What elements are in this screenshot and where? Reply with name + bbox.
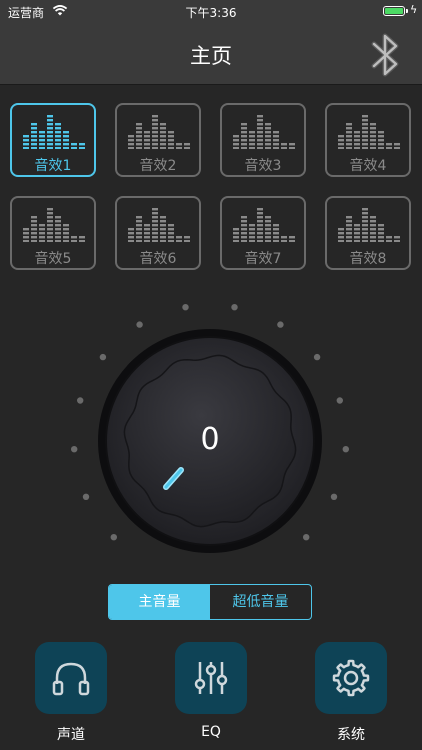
tab-system[interactable]: 系统 — [315, 642, 387, 746]
knob-scale-dot — [99, 353, 107, 361]
knob-scale-dot — [136, 321, 143, 328]
knob-scale-dot — [231, 304, 238, 311]
equalizer-bars-icon — [23, 115, 85, 149]
knob-scale-dot — [82, 493, 90, 500]
tab-channel-label: 声道 — [57, 727, 85, 743]
knob-scale-dot — [303, 534, 310, 541]
knob-scale-dot — [330, 493, 338, 500]
tab-system-label: 系统 — [337, 727, 365, 743]
knob-scale-dot — [182, 304, 189, 311]
equalizer-bars-icon — [23, 208, 85, 242]
equalizer-bars-icon — [128, 115, 190, 149]
status-bar: 运营商 下午3:36 ϟ — [0, 0, 422, 22]
effect-preset-label: 音效8 — [349, 251, 387, 267]
battery-cap — [406, 9, 408, 13]
knob-scale-dot — [77, 397, 84, 404]
gear-icon — [332, 659, 370, 697]
tab-channel[interactable]: 声道 — [35, 642, 107, 746]
nav-bar: 主页 — [0, 22, 422, 85]
subwoofer-volume-button[interactable]: 超低音量 — [210, 585, 311, 619]
effect-preset-label: 音效2 — [139, 158, 177, 174]
knob-scale-dot — [342, 446, 349, 453]
equalizer-bars-icon — [233, 208, 295, 242]
equalizer-bars-icon — [128, 208, 190, 242]
tab-eq-label: EQ — [201, 724, 221, 740]
effect-preset-7[interactable]: 音效7 — [220, 196, 306, 270]
effect-preset-label: 音效3 — [244, 158, 282, 174]
page-title: 主页 — [190, 44, 232, 68]
headphones-icon — [52, 662, 90, 696]
knob-scale-dot — [71, 446, 78, 453]
effect-preset-6[interactable]: 音效6 — [115, 196, 201, 270]
effect-preset-label: 音效1 — [34, 158, 72, 174]
clock: 下午3:36 — [185, 6, 237, 20]
tab-eq[interactable]: EQ — [175, 642, 247, 746]
equalizer-bars-icon — [338, 208, 400, 242]
equalizer-bars-icon — [338, 115, 400, 149]
main-volume-button[interactable]: 主音量 — [109, 585, 210, 619]
knob-scale-dot — [313, 353, 321, 361]
equalizer-icon — [194, 662, 228, 694]
equalizer-bars-icon — [233, 115, 295, 149]
effect-preset-label: 音效7 — [244, 251, 282, 267]
knob-value: 0 — [200, 422, 220, 457]
knob-scale-dot — [277, 321, 284, 328]
effect-preset-4[interactable]: 音效4 — [325, 103, 411, 177]
knob-scale-dot — [110, 534, 117, 541]
charging-icon: ϟ — [410, 3, 418, 16]
effect-preset-5[interactable]: 音效5 — [10, 196, 96, 270]
volume-toggle: 主音量 超低音量 — [108, 584, 312, 620]
effect-preset-label: 音效5 — [34, 251, 72, 267]
battery-icon — [383, 6, 405, 16]
effect-preset-2[interactable]: 音效2 — [115, 103, 201, 177]
effect-preset-label: 音效4 — [349, 158, 387, 174]
effect-preset-3[interactable]: 音效3 — [220, 103, 306, 177]
effect-preset-8[interactable]: 音效8 — [325, 196, 411, 270]
bluetooth-icon[interactable] — [360, 28, 412, 82]
effect-preset-1[interactable]: 音效1 — [10, 103, 96, 177]
knob-scale-dot — [336, 397, 343, 404]
effect-preset-label: 音效6 — [139, 251, 177, 267]
